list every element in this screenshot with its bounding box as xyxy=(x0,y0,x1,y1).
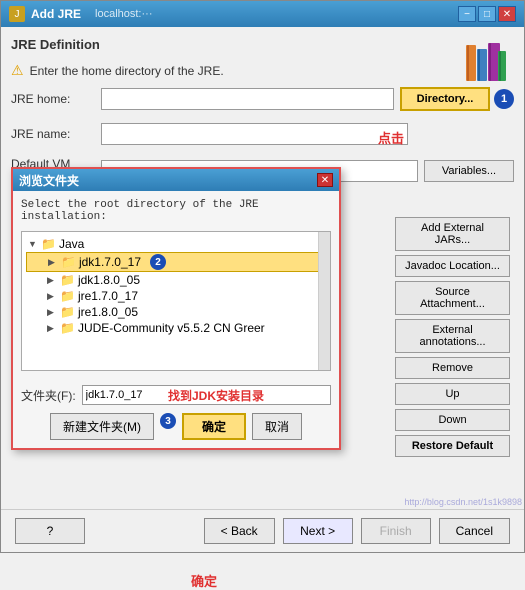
add-external-jars-button[interactable]: Add External JARs... xyxy=(395,217,510,251)
right-buttons-panel: Add External JARs... Javadoc Location...… xyxy=(395,217,510,457)
tree-arrow: ▶ xyxy=(47,307,57,318)
tree-item[interactable]: ▼ 📁 Java xyxy=(26,236,326,252)
tree-container[interactable]: ▼ 📁 Java ▶ 📁 jdk1.7.0_17 2 ▶ 📁 xyxy=(21,231,331,371)
cancel-browse-button[interactable]: 取消 xyxy=(252,413,302,440)
folder-icon: 📁 xyxy=(61,255,76,269)
ok-annotation: 确定 xyxy=(191,571,217,590)
jre-home-row: JRE home: Directory... 1 xyxy=(11,87,514,111)
browse-content: Select the root directory of the JREinst… xyxy=(13,191,339,379)
javadoc-location-button[interactable]: Javadoc Location... xyxy=(395,255,510,277)
maximize-button[interactable]: □ xyxy=(478,6,496,22)
folder-icon: 📁 xyxy=(60,273,75,287)
jre-home-input[interactable] xyxy=(101,88,394,110)
jre-icon: J xyxy=(9,6,25,22)
help-button[interactable]: ? xyxy=(15,518,85,544)
source-attachment-button[interactable]: Source Attachment... xyxy=(395,281,510,315)
restore-default-button[interactable]: Restore Default xyxy=(395,435,510,457)
warning-icon: ⚠ xyxy=(11,62,24,79)
tree-item[interactable]: ▶ 📁 jdk1.7.0_17 2 xyxy=(26,252,326,272)
jre-home-label: JRE home: xyxy=(11,92,101,106)
browse-title-bar: 浏览文件夹 ✕ xyxy=(13,169,339,191)
annotation-num2: 2 xyxy=(150,254,166,270)
minimize-button[interactable]: − xyxy=(458,6,476,22)
cancel-button[interactable]: Cancel xyxy=(439,518,510,544)
bottom-bar: ? < Back Next > Finish Cancel xyxy=(1,509,524,552)
title-bar-left: J Add JRE localhost:··· xyxy=(9,6,152,22)
folder-icon: 📁 xyxy=(41,237,56,251)
jre-warning: ⚠ Enter the home directory of the JRE. xyxy=(11,62,514,79)
main-content: JRE Definition ⚠ Enter the home director… xyxy=(1,27,524,509)
warning-text: Enter the home directory of the JRE. xyxy=(30,64,224,78)
tree-arrow: ▶ xyxy=(47,275,57,286)
section-title: JRE Definition xyxy=(11,37,514,52)
tree-item[interactable]: ▶ 📁 jdk1.8.0_05 xyxy=(26,272,326,288)
tree-item[interactable]: ▶ 📁 jre1.7.0_17 xyxy=(26,288,326,304)
jre-name-label: JRE name: xyxy=(11,127,101,141)
jre-name-row: JRE name: xyxy=(11,123,514,145)
click-annotation: 点击 xyxy=(378,128,404,147)
tree-label: jre1.7.0_17 xyxy=(78,289,138,303)
tree-arrow: ▶ xyxy=(48,257,58,268)
folder-icon: 📁 xyxy=(60,321,75,335)
folder-icon: 📁 xyxy=(60,289,75,303)
ok-button[interactable]: 确定 xyxy=(182,413,246,440)
up-button[interactable]: Up xyxy=(395,383,510,405)
tree-label: jdk1.8.0_05 xyxy=(78,273,140,287)
folder-icon: 📁 xyxy=(60,305,75,319)
window-title-extra: localhost:··· xyxy=(95,8,152,20)
tree-label: Java xyxy=(59,237,84,251)
folder-label: 文件夹(F): xyxy=(21,387,76,404)
tree-label: JUDE-Community v5.5.2 CN Greer xyxy=(78,321,265,335)
variables-button[interactable]: Variables... xyxy=(424,160,514,182)
close-button[interactable]: ✕ xyxy=(498,6,516,22)
tree-label: jre1.8.0_05 xyxy=(78,305,138,319)
browse-close-button[interactable]: ✕ xyxy=(317,173,333,187)
browse-dialog: 浏览文件夹 ✕ Select the root directory of the… xyxy=(11,167,341,450)
jre-name-input[interactable] xyxy=(101,123,408,145)
directory-button[interactable]: Directory... xyxy=(400,87,490,111)
browse-dialog-title: 浏览文件夹 xyxy=(19,172,79,189)
window-title: Add JRE xyxy=(31,7,81,21)
tree-label: jdk1.7.0_17 xyxy=(79,255,141,269)
title-bar: J Add JRE localhost:··· − □ ✕ xyxy=(1,1,524,27)
next-button[interactable]: Next > xyxy=(283,518,353,544)
tree-arrow: ▶ xyxy=(47,291,57,302)
tree-arrow: ▶ xyxy=(47,323,57,334)
annotation-num3: 3 xyxy=(160,413,176,429)
down-button[interactable]: Down xyxy=(395,409,510,431)
new-folder-button[interactable]: 新建文件夹(M) xyxy=(50,413,154,440)
tree-arrow: ▼ xyxy=(28,239,38,249)
books-decoration-icon xyxy=(462,37,510,85)
watermark: http://blog.csdn.net/1s1k9898 xyxy=(404,497,522,507)
external-annotations-button[interactable]: External annotations... xyxy=(395,319,510,353)
remove-button[interactable]: Remove xyxy=(395,357,510,379)
scrollbar[interactable] xyxy=(318,232,330,370)
tree-item[interactable]: ▶ 📁 JUDE-Community v5.5.2 CN Greer xyxy=(26,320,326,336)
find-jdk-annotation: 找到JDK安装目录 xyxy=(168,387,264,404)
back-button[interactable]: < Back xyxy=(204,518,275,544)
annotation-num1: 1 xyxy=(494,89,514,109)
finish-button[interactable]: Finish xyxy=(361,518,431,544)
window-controls: − □ ✕ xyxy=(458,6,516,22)
add-jre-window: J Add JRE localhost:··· − □ ✕ JRE Defini… xyxy=(0,0,525,553)
browse-instruction: Select the root directory of the JREinst… xyxy=(21,199,331,223)
browse-buttons: 新建文件夹(M) 3 确定 取消 xyxy=(13,409,339,448)
tree-item[interactable]: ▶ 📁 jre1.8.0_05 xyxy=(26,304,326,320)
